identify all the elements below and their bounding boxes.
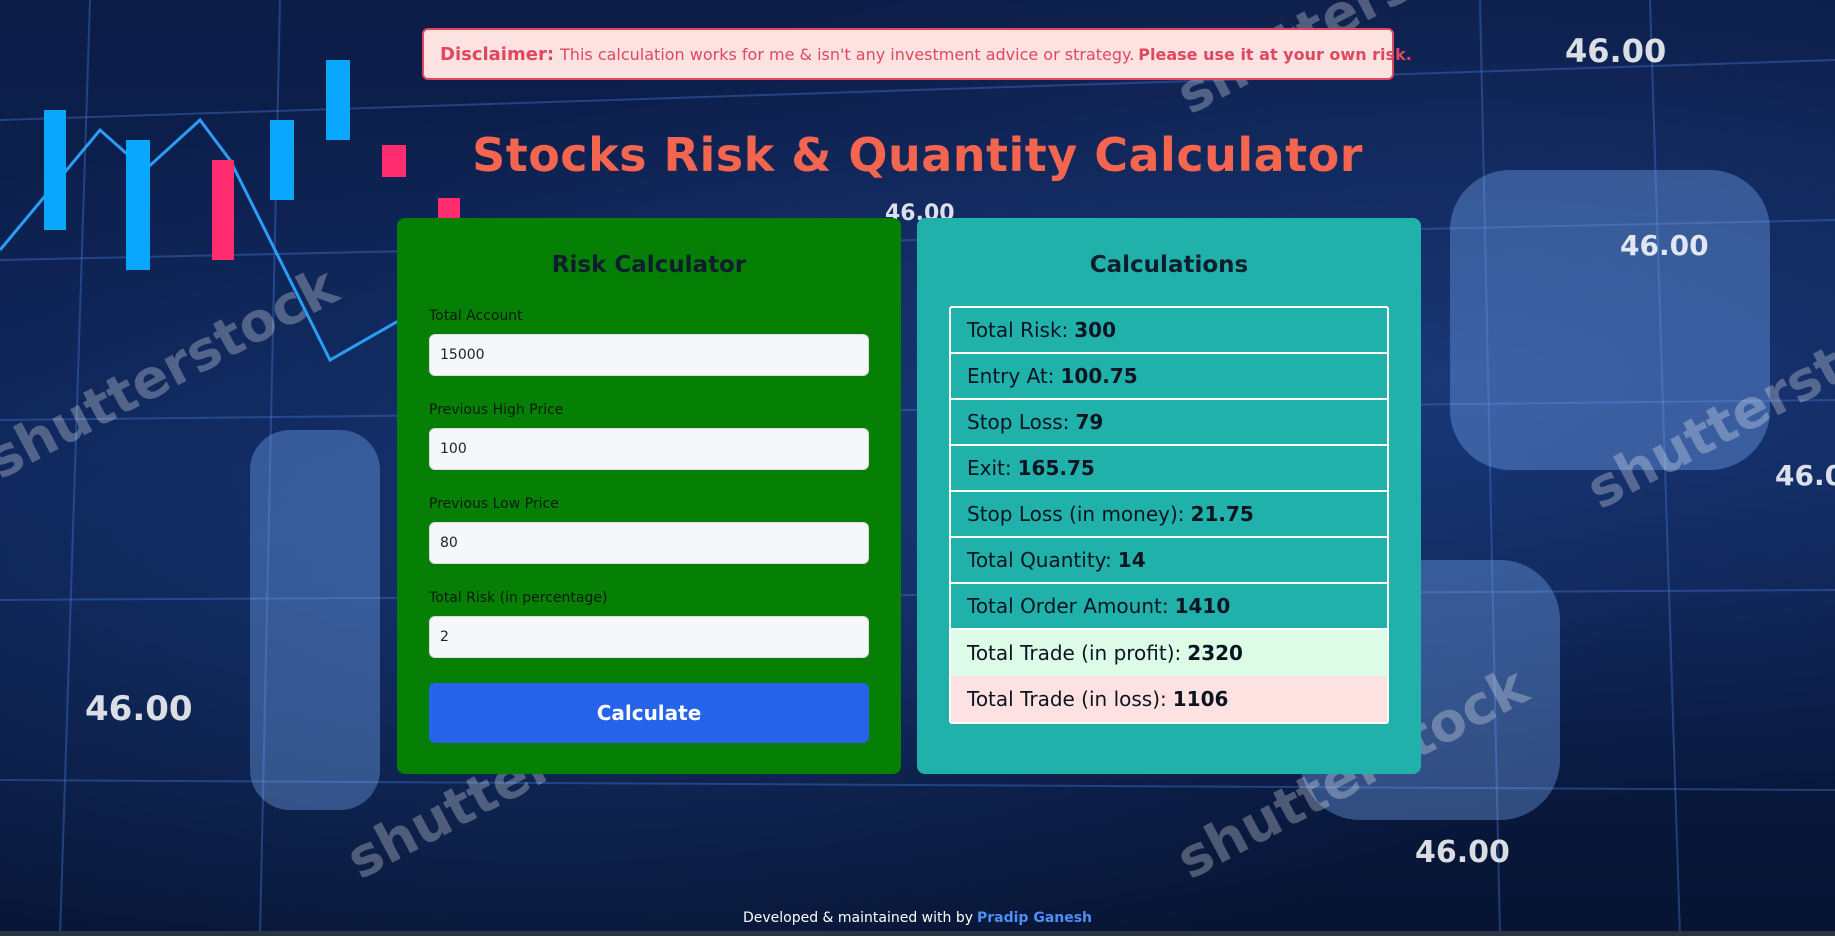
result-stop-loss-money: Stop Loss (in money): 21.75 — [951, 492, 1387, 538]
result-value: 79 — [1075, 410, 1104, 434]
author-link[interactable]: Pradip Ganesh — [977, 910, 1092, 926]
result-label: Total Trade (in profit): — [967, 641, 1182, 665]
total-account-label: Total Account — [429, 308, 523, 324]
disclaimer-text: This calculation works for me & isn't an… — [560, 44, 1135, 64]
calculations-list: Total Risk: 300 Entry At: 100.75 Stop Loss… — [949, 306, 1389, 724]
previous-low-price-label: Previous Low Price — [429, 496, 559, 512]
result-value: 1410 — [1174, 594, 1231, 618]
risk-calculator-panel: Risk Calculator Total Account Previous H… — [397, 218, 901, 774]
disclaimer-label: Disclaimer: — [440, 43, 555, 65]
disclaimer-emphasis: Please use it at your own risk. — [1138, 44, 1412, 64]
result-value: 165.75 — [1017, 456, 1095, 480]
result-label: Total Order Amount: — [967, 594, 1169, 618]
result-total-quantity: Total Quantity: 14 — [951, 538, 1387, 584]
calculate-button[interactable]: Calculate — [429, 683, 869, 743]
result-total-trade-profit: Total Trade (in profit): 2320 — [951, 630, 1387, 676]
calculations-title: Calculations — [1089, 252, 1249, 278]
bottom-bar — [0, 931, 1835, 936]
result-label: Entry At: — [967, 364, 1055, 388]
total-risk-percentage-label: Total Risk (in percentage) — [429, 590, 608, 606]
result-value: 2320 — [1187, 641, 1243, 665]
result-label: Total Trade (in loss): — [967, 687, 1167, 711]
result-total-order-amount: Total Order Amount: 1410 — [951, 584, 1387, 630]
result-stop-loss: Stop Loss: 79 — [951, 400, 1387, 446]
svg-text:46.00: 46.00 — [1620, 229, 1709, 262]
page-title: Stocks Risk & Quantity Calculator — [472, 128, 1363, 182]
result-label: Exit: — [967, 456, 1012, 480]
svg-text:46.00: 46.00 — [85, 689, 193, 729]
total-risk-percentage-input[interactable] — [429, 616, 869, 658]
result-value: 300 — [1074, 318, 1117, 342]
result-label: Stop Loss (in money): — [967, 502, 1185, 526]
svg-text:46.00: 46.00 — [1415, 835, 1510, 870]
result-label: Stop Loss: — [967, 410, 1070, 434]
previous-high-price-label: Previous High Price — [429, 402, 564, 418]
result-label: Total Quantity: — [967, 548, 1112, 572]
calculations-panel: Calculations Total Risk: 300 Entry At: 100… — [917, 218, 1421, 774]
footer-credit: Developed & maintained with by Pradip Gan… — [0, 910, 1835, 926]
result-label: Total Risk: — [967, 318, 1069, 342]
result-entry-at: Entry At: 100.75 — [951, 354, 1387, 400]
result-value: 1106 — [1172, 687, 1229, 711]
disclaimer-banner: Disclaimer: This calculation works for m… — [422, 28, 1412, 80]
result-exit: Exit: 165.75 — [951, 446, 1387, 492]
previous-high-price-input[interactable] — [429, 428, 869, 470]
result-total-trade-loss: Total Trade (in loss): 1106 — [951, 676, 1387, 722]
previous-low-price-input[interactable] — [429, 522, 869, 564]
risk-calculator-title: Risk Calculator — [551, 252, 747, 278]
result-value: 21.75 — [1190, 502, 1254, 526]
result-value: 14 — [1117, 548, 1146, 572]
svg-text:46.00: 46.00 — [1565, 32, 1666, 70]
total-account-input[interactable] — [429, 334, 869, 376]
svg-text:46.00: 46.00 — [1775, 459, 1835, 492]
footer-text: Developed & maintained with by — [742, 910, 973, 926]
result-value: 100.75 — [1060, 364, 1138, 388]
result-total-risk: Total Risk: 300 — [951, 308, 1387, 354]
